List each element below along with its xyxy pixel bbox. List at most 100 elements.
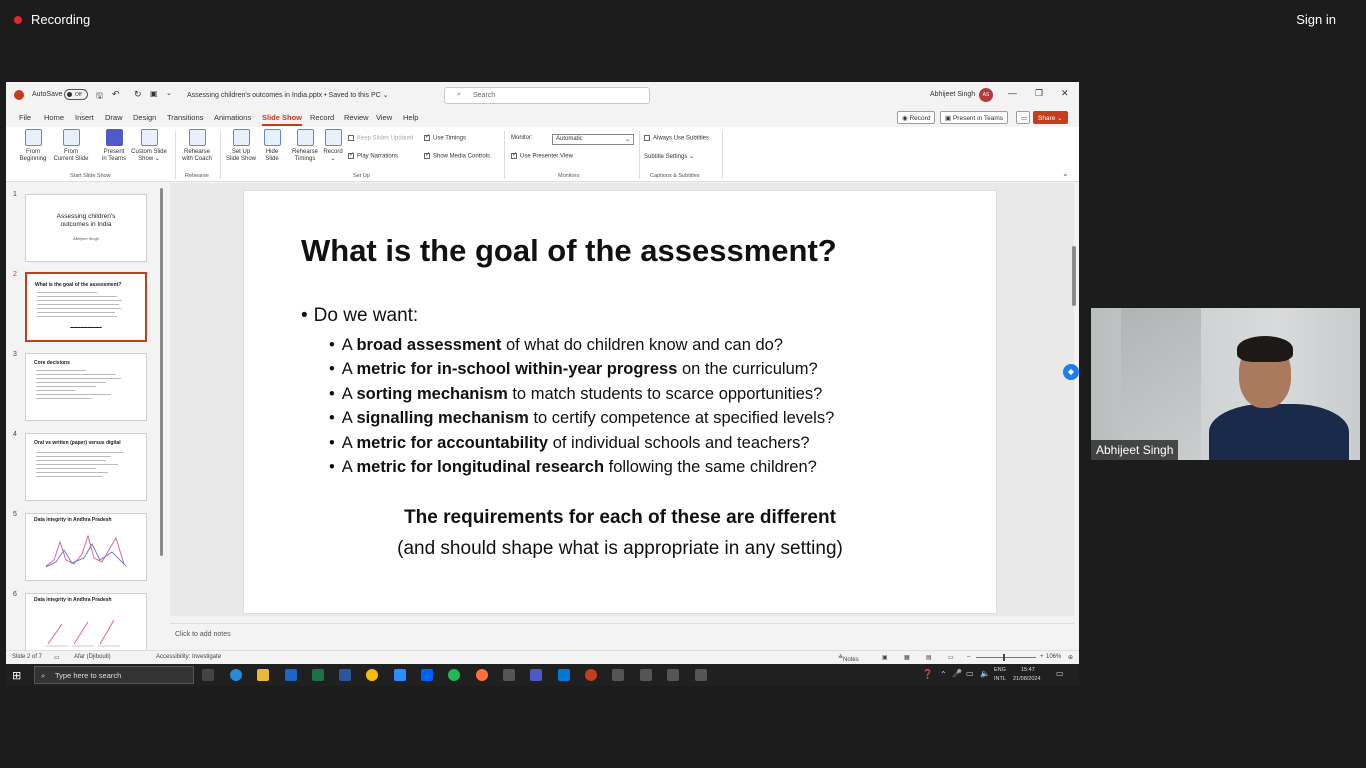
slide-canvas[interactable]: What is the goal of the assessment? Do w… <box>243 190 997 614</box>
redo-icon[interactable]: ↻ <box>134 89 142 100</box>
collapse-ribbon-icon[interactable]: ⌄ <box>1062 169 1069 178</box>
user-name[interactable]: Abhijeet Singh <box>930 91 975 98</box>
help-icon[interactable]: ❓ <box>922 669 933 680</box>
zoom-slider[interactable] <box>976 654 1036 661</box>
tab-design[interactable]: Design <box>133 113 156 122</box>
tab-transitions[interactable]: Transitions <box>167 113 203 122</box>
zoom-level[interactable]: 106% <box>1046 654 1061 660</box>
zoom-out-icon[interactable]: – <box>967 654 970 660</box>
whiteboard-icon[interactable] <box>558 669 570 681</box>
rehearse-with-coach-button[interactable]: Rehearse with Coach <box>179 129 215 163</box>
use-presenter-view-checkbox[interactable]: Use Presenter View <box>511 151 573 160</box>
present-from-start-icon[interactable]: ▣ <box>150 89 158 98</box>
file-explorer-icon[interactable] <box>257 669 269 681</box>
show-media-controls-checkbox[interactable]: Show Media Controls <box>424 151 490 160</box>
app-grid-icon[interactable] <box>667 669 679 681</box>
slide-bullet-list[interactable]: A broad assessment of what do children k… <box>329 333 834 479</box>
present-in-teams-ribbon-button[interactable]: Present in Teams <box>99 129 129 163</box>
undo-icon[interactable]: ↶ <box>112 89 120 100</box>
word-icon[interactable] <box>339 669 351 681</box>
slide-thumbnail[interactable]: Oral vs written (paper) versus digital <box>25 433 147 501</box>
tab-review[interactable]: Review <box>344 113 369 122</box>
from-beginning-button[interactable]: From Beginning <box>18 129 48 163</box>
slide-requirements-heading[interactable]: The requirements for each of these are d… <box>244 507 996 529</box>
zoom-icon[interactable] <box>394 669 406 681</box>
dropbox-icon[interactable] <box>421 669 433 681</box>
edge-icon[interactable] <box>230 669 242 681</box>
zoom-in-icon[interactable]: + <box>1040 654 1044 660</box>
teams-icon[interactable] <box>530 669 542 681</box>
use-timings-checkbox[interactable]: Use Timings <box>424 133 466 142</box>
record-button[interactable]: ◉ Record <box>897 111 936 124</box>
thumbnail-scrollbar[interactable] <box>160 188 163 556</box>
play-narrations-checkbox[interactable]: Play Narrations <box>348 151 398 160</box>
microphone-icon[interactable]: 🎤 <box>952 669 962 678</box>
slide-requirements-subtext[interactable]: (and should shape what is appropriate in… <box>244 538 996 560</box>
app-grid-icon[interactable] <box>695 669 707 681</box>
monitor-dropdown[interactable]: Automatic ⌄ <box>552 134 634 145</box>
tab-record[interactable]: Record <box>310 113 334 122</box>
close-icon[interactable]: ✕ <box>1061 88 1069 99</box>
hide-slide-button[interactable]: Hide Slide <box>260 129 284 163</box>
fit-to-window-icon[interactable]: ⊕ <box>1068 654 1073 661</box>
customize-qat-icon[interactable]: ⌄ <box>166 89 172 97</box>
dropbox-floating-icon[interactable]: ◆ <box>1063 364 1079 380</box>
slide-thumbnail-selected[interactable]: What is the goal of the assessment? ▬▬▬▬… <box>25 272 147 342</box>
chevron-up-icon[interactable]: ⌃ <box>940 670 947 679</box>
share-button[interactable]: Share ⌄ <box>1033 111 1068 124</box>
slideshow-view-icon[interactable]: ▭ <box>948 654 954 661</box>
notes-button[interactable]: ≙ Notes <box>838 654 859 663</box>
notes-pane[interactable]: Click to add notes <box>170 623 1074 648</box>
tab-view[interactable]: View <box>376 113 392 122</box>
subtitle-settings-button[interactable]: Subtitle Settings ⌄ <box>644 153 694 160</box>
present-in-teams-button[interactable]: ▣ Present in Teams <box>940 111 1009 124</box>
comments-icon[interactable]: ▭ <box>1016 111 1030 124</box>
language-layout[interactable]: INTL <box>994 676 1006 682</box>
tab-insert[interactable]: Insert <box>75 113 94 122</box>
windows-start-icon[interactable]: ⊞ <box>12 669 21 682</box>
always-use-subtitles-checkbox[interactable]: Always Use Subtitles <box>644 135 709 142</box>
reading-view-icon[interactable]: ▤ <box>926 654 932 661</box>
record-ribbon-button[interactable]: Record ⌄ <box>322 129 344 163</box>
tab-help[interactable]: Help <box>403 113 418 122</box>
app-grid-icon[interactable] <box>612 669 624 681</box>
custom-slide-show-button[interactable]: Custom Slide Show ⌄ <box>128 129 170 163</box>
excel-icon[interactable] <box>312 669 324 681</box>
firefox-icon[interactable] <box>476 669 488 681</box>
spellcheck-icon[interactable]: ▭ <box>54 654 60 661</box>
volume-icon[interactable]: 🔈 <box>980 669 990 678</box>
document-title[interactable]: Assessing children's outcomes in India.p… <box>187 91 388 99</box>
sign-in-link[interactable]: Sign in <box>1296 12 1336 27</box>
clock-date[interactable]: 21/08/2024 <box>1013 676 1041 682</box>
from-current-slide-button[interactable]: From Current Slide <box>51 129 91 163</box>
taskbar-search[interactable]: ⌕ Type here to search <box>34 666 194 684</box>
language-indicator[interactable]: Afar (Djibouti) <box>74 654 111 660</box>
app-grid-icon[interactable] <box>503 669 515 681</box>
slide-thumbnail[interactable]: Assessing children's outcomes in India A… <box>25 194 147 262</box>
task-view-icon[interactable] <box>202 669 214 681</box>
save-icon[interactable]: 🖫 <box>96 90 103 104</box>
slide-title[interactable]: What is the goal of the assessment? <box>301 233 837 269</box>
search-box[interactable]: ⌕ Search <box>444 87 650 104</box>
rehearse-timings-button[interactable]: Rehearse Timings <box>289 129 321 163</box>
app-grid-icon[interactable] <box>640 669 652 681</box>
tab-slide-show[interactable]: Slide Show <box>262 113 303 126</box>
powerpoint-taskbar-icon[interactable] <box>585 669 597 681</box>
slide-scrollbar[interactable] <box>1072 246 1076 306</box>
normal-view-icon[interactable]: ▣ <box>882 654 888 661</box>
accessibility-status[interactable]: Accessibility: Investigate <box>156 654 221 660</box>
tab-home[interactable]: Home <box>44 113 64 122</box>
notifications-icon[interactable]: ▭ <box>1056 669 1064 678</box>
slide-lead-bullet[interactable]: Do we want: <box>301 305 419 327</box>
chrome-icon[interactable] <box>366 669 378 681</box>
spotify-icon[interactable] <box>448 669 460 681</box>
slide-thumbnail[interactable]: Data integrity in Andhra Pradesh <box>25 513 147 581</box>
set-up-slide-show-button[interactable]: Set Up Slide Show <box>224 129 258 163</box>
network-icon[interactable]: ▭ <box>966 669 974 678</box>
tab-animations[interactable]: Animations <box>214 113 251 122</box>
slide-thumbnail[interactable]: Data integrity in Andhra Pradesh <box>25 593 147 653</box>
autosave-toggle[interactable]: Off <box>64 89 88 100</box>
minimize-icon[interactable]: — <box>1008 88 1017 98</box>
outlook-icon[interactable] <box>285 669 297 681</box>
language-code[interactable]: ENG <box>994 667 1006 673</box>
